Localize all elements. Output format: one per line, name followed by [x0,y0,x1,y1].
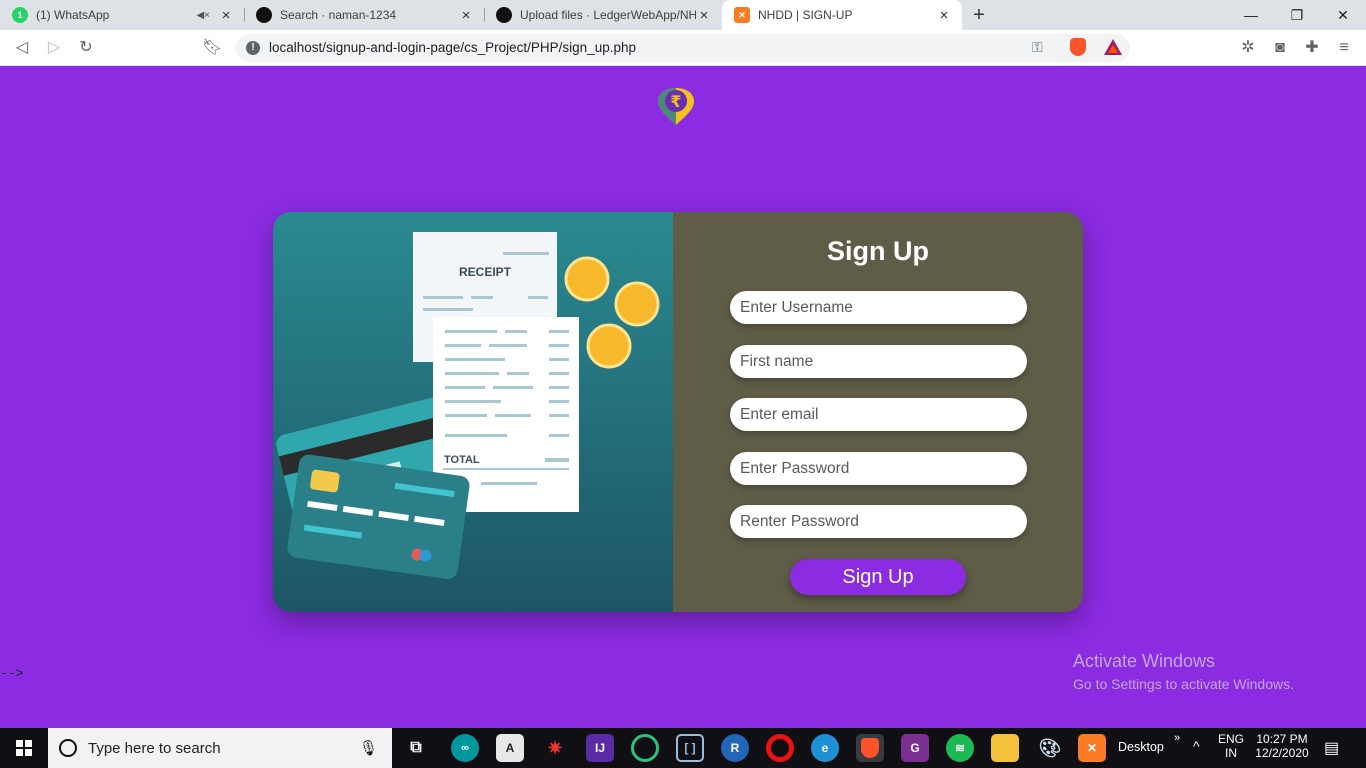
tab-signup[interactable]: ✕ NHDD | SIGN-UP × [722,0,962,30]
close-icon[interactable]: × [936,7,952,24]
key-icon[interactable]: ⚿ [1032,39,1043,56]
show-hidden-icons-icon[interactable]: ^ [1193,738,1200,754]
search-placeholder: Type here to search [88,739,221,757]
spider-app-icon[interactable]: ✷ [541,734,569,762]
address-bar[interactable]: ! localhost/signup-and-login-page/cs_Pro… [236,34,1130,62]
windows-taskbar: Type here to search 🎙︎ ⧉ ∞ A ✷ IJ [ ] R … [0,728,1366,768]
tab-title: NHDD | SIGN-UP [758,8,853,22]
tab-github-upload[interactable]: Upload files · LedgerWebApp/NHD × [484,0,722,30]
edge-icon[interactable]: e [811,734,839,762]
pdf-app-icon[interactable]: G [901,734,929,762]
arduino-icon[interactable]: ∞ [451,734,479,762]
activate-windows-watermark: Activate Windows Go to Settings to activ… [1073,651,1294,692]
xampp-taskbar-icon[interactable]: ✕ [1078,734,1106,762]
desktop-toolbar-label[interactable]: Desktop [1118,740,1164,754]
watermark-title: Activate Windows [1073,651,1216,671]
sign-up-button[interactable]: Sign Up [790,559,966,595]
paint-icon[interactable]: 🎨︎ [1036,734,1064,762]
receipt-illustration: RECEIPT TOTAL [276,232,660,579]
file-explorer-icon[interactable] [991,734,1019,762]
receipt-total-label: TOTAL [444,454,480,466]
speaker-mute-icon[interactable]: ◀× [196,10,210,21]
receipt-title: RECEIPT [459,265,512,279]
form-title: Sign Up [827,236,929,266]
password-input[interactable] [730,452,1027,485]
restore-button[interactable]: ❐ [1274,0,1320,30]
tab-whatsapp[interactable]: 1 (1) WhatsApp ◀× × [0,0,244,30]
intellij-icon[interactable]: IJ [586,734,614,762]
task-view-icon[interactable]: ⧉ [402,734,430,762]
rupee-logo: ₹ [658,88,694,125]
browser-tab-strip: 1 (1) WhatsApp ◀× × Search · naman-1234 … [0,0,1366,30]
menu-icon[interactable]: ≡ [1334,38,1354,58]
page-body: ₹ RECEIPT TOTAL Sign Up Enter Username F… [0,67,1366,728]
cortana-icon [59,739,77,757]
reload-button[interactable]: ↻ [76,38,96,58]
windows-logo-icon [16,740,32,756]
notifications-icon[interactable]: ▤ [1324,738,1339,758]
toolbar-expand-icon[interactable]: » [1174,732,1180,744]
tab-github-search[interactable]: Search · naman-1234 × [244,0,484,30]
bug-icon[interactable]: ✲ [1238,38,1258,58]
first-name-input[interactable] [730,345,1027,378]
region-code: IN [1225,746,1237,760]
xampp-icon: ✕ [734,7,750,23]
tab-title: Search · naman-1234 [280,8,397,22]
start-button[interactable] [0,728,48,768]
taskbar-search-box[interactable]: Type here to search 🎙︎ [48,728,392,768]
whatsapp-icon: 1 [12,7,28,23]
tab-title: (1) WhatsApp [36,8,110,22]
close-icon[interactable]: × [458,7,474,24]
github-icon [496,7,512,23]
confirm-password-input[interactable] [730,505,1027,538]
adobe-reader-icon[interactable]: A [496,734,524,762]
email-input[interactable] [730,398,1027,431]
new-tab-button[interactable]: + [968,4,990,26]
watermark-subtitle: Go to Settings to activate Windows. [1073,676,1294,692]
back-button[interactable]: ◁ [12,38,32,58]
opera-icon[interactable] [766,734,794,762]
url-text[interactable]: localhost/signup-and-login-page/cs_Proje… [269,40,636,55]
illustration-panel: RECEIPT TOTAL [273,212,673,612]
language-code: ENG [1217,732,1244,746]
clock-date: 12/2/2020 [1255,746,1309,760]
site-info-icon[interactable]: ! [246,41,260,55]
github-icon [256,7,272,23]
brave-shields-icon[interactable] [1070,38,1086,56]
bracket-app-icon[interactable]: [ ] [676,734,704,762]
camera-icon[interactable]: ◙ [1270,38,1290,58]
coin-icon [614,281,660,327]
language-indicator[interactable]: ENG IN [1216,732,1246,760]
rupee-symbol: ₹ [670,92,681,111]
signup-form-panel: Sign Up Sign Up [673,212,1083,612]
coin-icon [586,323,632,369]
close-icon[interactable]: × [218,7,234,24]
bookmark-icon[interactable]: 🔖︎ [202,38,222,58]
microphone-icon[interactable]: 🎙︎ [359,739,378,757]
minimize-button[interactable]: — [1228,0,1274,30]
loading-ring-icon[interactable] [631,734,659,762]
brave-browser-icon[interactable] [856,734,884,762]
stray-comment-text: --> [0,666,24,681]
extensions-icon[interactable]: ✚ [1302,38,1322,58]
spotify-icon[interactable]: ≋ [946,734,974,762]
window-close-button[interactable]: ✕ [1320,0,1366,30]
tab-title: Upload files · LedgerWebApp/NHD [520,8,696,22]
forward-button[interactable]: ▷ [44,38,64,58]
signup-card: RECEIPT TOTAL Sign Up Enter Username Fir… [273,212,1083,612]
r-studio-icon[interactable]: R [721,734,749,762]
browser-toolbar: ◁ ▷ ↻ 🔖︎ ! localhost/signup-and-login-pa… [0,30,1366,66]
username-input[interactable] [730,291,1027,324]
close-icon[interactable]: × [696,7,712,24]
clock[interactable]: 10:27 PM 12/2/2020 [1252,732,1312,760]
clock-time: 10:27 PM [1256,732,1308,746]
coin-icon [564,256,610,302]
brave-rewards-icon[interactable] [1104,39,1122,55]
